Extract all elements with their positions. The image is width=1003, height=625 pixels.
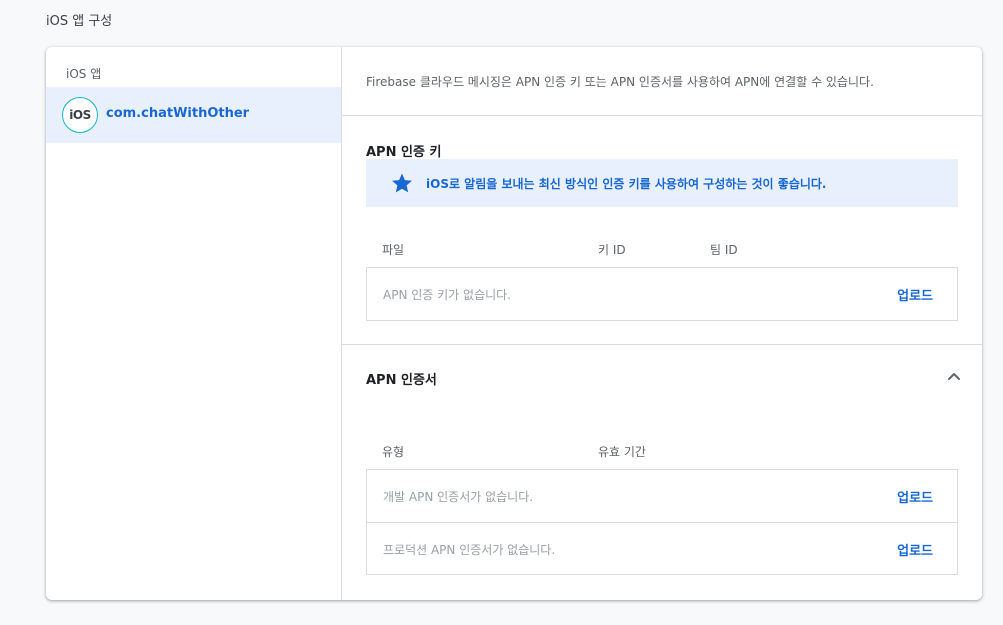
upload-auth-key-button[interactable]: 업로드 [897, 285, 933, 304]
table-row: APN 인증 키가 없습니다. 업로드 [367, 268, 957, 320]
app-list-header: iOS 앱 [66, 67, 102, 81]
ios-config-card: iOS 앱 iOS com.chatWithOther Firebase 클라우… [46, 47, 982, 600]
empty-prod-cert-text: 프로덕션 APN 인증서가 없습니다. [383, 543, 556, 557]
recommendation-text: iOS로 알림을 보내는 최신 방식인 인증 키를 사용하여 구성하는 것이 좋… [426, 177, 827, 191]
apn-config-panel: Firebase 클라우드 메시징은 APN 인증 키 또는 APN 인증서를 … [342, 47, 982, 600]
auth-key-table: APN 인증 키가 없습니다. 업로드 [366, 267, 958, 321]
empty-dev-cert-text: 개발 APN 인증서가 없습니다. [383, 490, 534, 504]
auth-key-title: APN 인증 키 [366, 145, 442, 160]
app-list-panel: iOS 앱 iOS com.chatWithOther [46, 47, 342, 600]
recommendation-banner: iOS로 알림을 보내는 최신 방식인 인증 키를 사용하여 구성하는 것이 좋… [366, 159, 958, 207]
divider [342, 344, 982, 345]
app-bundle-id: com.chatWithOther [106, 106, 250, 121]
app-list-item[interactable]: iOS com.chatWithOther [46, 87, 341, 143]
empty-auth-key-text: APN 인증 키가 없습니다. [383, 288, 512, 302]
table-row: 프로덕션 APN 인증서가 없습니다. 업로드 [367, 522, 957, 574]
column-header-file: 파일 [382, 243, 405, 257]
upload-prod-cert-button[interactable]: 업로드 [897, 540, 933, 559]
column-header-expiry: 유효 기간 [598, 445, 646, 459]
divider [342, 115, 982, 116]
ios-app-icon: iOS [62, 97, 98, 133]
column-header-type: 유형 [382, 445, 405, 459]
upload-dev-cert-button[interactable]: 업로드 [897, 487, 933, 506]
certificate-table: 개발 APN 인증서가 없습니다. 업로드 프로덕션 APN 인증서가 없습니다… [366, 469, 958, 575]
star-icon [392, 173, 412, 193]
intro-text: Firebase 클라우드 메시징은 APN 인증 키 또는 APN 인증서를 … [366, 75, 874, 89]
column-header-team-id: 팀 ID [710, 243, 738, 257]
chevron-up-icon[interactable] [942, 365, 966, 389]
section-title: iOS 앱 구성 [46, 14, 113, 29]
column-header-key-id: 키 ID [598, 243, 626, 257]
table-row: 개발 APN 인증서가 없습니다. 업로드 [367, 470, 957, 522]
certificate-title: APN 인증서 [366, 373, 437, 388]
